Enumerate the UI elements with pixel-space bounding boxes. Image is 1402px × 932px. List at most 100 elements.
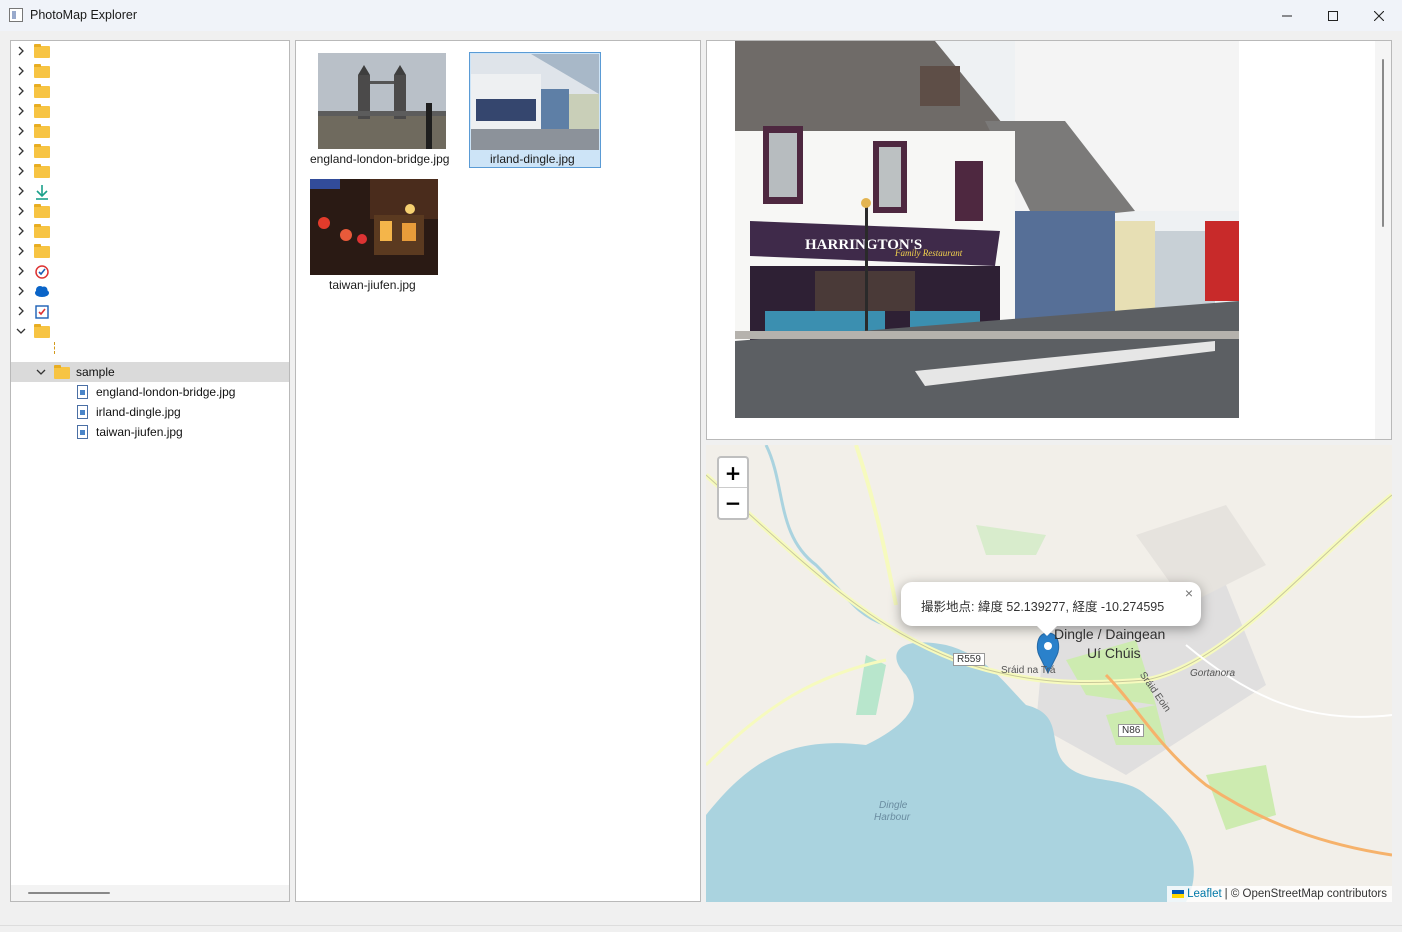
tree-root-item[interactable] [11, 41, 289, 61]
folder-icon [34, 224, 51, 238]
thumbnail-image-london [318, 53, 446, 149]
tree-root-item[interactable] [11, 61, 289, 81]
tree-connector [54, 342, 55, 354]
folder-icon [34, 64, 51, 78]
chevron-right-icon[interactable] [16, 66, 26, 76]
scrollbar-thumb[interactable] [28, 892, 110, 894]
tree-root-item[interactable] [11, 141, 289, 161]
folder-icon [34, 144, 51, 158]
folder-icon [54, 365, 71, 379]
chevron-right-icon[interactable] [16, 306, 26, 316]
chevron-right-icon[interactable] [16, 146, 26, 156]
thumbnail-label: england-london-bridge.jpg [310, 152, 450, 166]
checklist-icon [34, 264, 51, 279]
chevron-right-icon[interactable] [16, 246, 26, 256]
chevron-down-icon[interactable] [36, 367, 46, 377]
thumbnail-item[interactable]: england-london-bridge.jpg [308, 51, 458, 171]
chevron-right-icon[interactable] [16, 46, 26, 56]
folder-icon [34, 324, 51, 338]
chevron-right-icon[interactable] [16, 106, 26, 116]
maximize-icon [1328, 10, 1338, 21]
map-place-label: Uí Chúis [1087, 645, 1141, 661]
tree-root-item[interactable] [11, 121, 289, 141]
thumbnail-image-dingle [471, 54, 599, 150]
folder-tree[interactable]: sample england-london-bridge.jpg irland-… [10, 40, 290, 902]
cloud-icon [34, 284, 51, 298]
close-icon [1374, 10, 1384, 21]
thumbnail-image-jiufen [310, 179, 438, 275]
folder-icon [34, 104, 51, 118]
popup-coordinates: 撮影地点: 緯度 52.139277, 経度 -10.274595 [921, 600, 1165, 614]
image-file-icon [77, 425, 94, 439]
tree-file-item[interactable]: irland-dingle.jpg [11, 402, 289, 422]
tree-root-item[interactable] [11, 181, 289, 201]
water-label: Harbour [874, 812, 911, 823]
chevron-right-icon[interactable] [16, 186, 26, 196]
tree-root-item[interactable] [11, 281, 289, 301]
chevron-right-icon[interactable] [16, 286, 26, 296]
minimize-button[interactable] [1264, 0, 1310, 31]
app-icon [9, 8, 23, 22]
close-button[interactable] [1356, 0, 1402, 31]
thumbnail-label: taiwan-jiufen.jpg [329, 278, 416, 292]
title-bar: PhotoMap Explorer [0, 0, 1402, 31]
zoom-in-button[interactable]: + [719, 458, 747, 488]
tree-root-item[interactable] [11, 221, 289, 241]
thumbnail-label: irland-dingle.jpg [490, 152, 575, 166]
svg-text:Family Restaurant: Family Restaurant [894, 248, 963, 258]
road-shield: R559 [953, 653, 985, 666]
download-icon [34, 184, 51, 200]
road-shield: N86 [1118, 724, 1145, 737]
leaflet-link[interactable]: Leaflet [1187, 888, 1222, 900]
tree-root-item[interactable] [11, 261, 289, 281]
chevron-down-icon[interactable] [16, 326, 26, 336]
zoom-out-button[interactable]: − [719, 488, 747, 518]
chevron-right-icon[interactable] [16, 166, 26, 176]
thumbnail-item-selected[interactable]: irland-dingle.jpg [469, 52, 601, 168]
chevron-right-icon[interactable] [16, 266, 26, 276]
folder-icon [34, 44, 51, 58]
tree-file-item[interactable]: taiwan-jiufen.jpg [11, 422, 289, 442]
map-attribution: Leaflet | © OpenStreetMap contributors [1167, 886, 1392, 902]
image-file-icon [77, 385, 94, 399]
water-label: Dingle [879, 800, 908, 811]
tree-root-item[interactable] [11, 81, 289, 101]
chevron-right-icon[interactable] [16, 206, 26, 216]
horizontal-scrollbar[interactable] [11, 885, 289, 901]
tree-file-label: irland-dingle.jpg [96, 405, 181, 419]
attribution-text: | © OpenStreetMap contributors [1224, 888, 1387, 900]
calendar-icon [34, 304, 51, 319]
tree-root-item[interactable] [11, 101, 289, 121]
vertical-scrollbar[interactable] [1375, 41, 1391, 439]
map-place-label: Dingle / Daingean [1054, 626, 1166, 642]
status-bar-divider [0, 925, 1402, 926]
folder-icon [34, 124, 51, 138]
tree-file-label: taiwan-jiufen.jpg [96, 425, 183, 439]
photo-preview: HARRINGTON'S Family Restaurant [706, 40, 1392, 440]
tree-file-label: england-london-bridge.jpg [96, 385, 236, 399]
map-popup: 撮影地点: 緯度 52.139277, 経度 -10.274595 × [901, 582, 1201, 636]
tree-root-item[interactable] [11, 301, 289, 321]
ukraine-flag-icon [1172, 890, 1185, 898]
tree-root-item[interactable] [11, 321, 289, 341]
folder-icon [34, 164, 51, 178]
street-label: Sráid na Trá [1001, 665, 1056, 676]
thumbnail-grid[interactable]: england-london-bridge.jpg irland-dingle.… [295, 40, 701, 902]
map-view[interactable]: Dingle / Daingean Uí Chúis R559 N86 Srái… [706, 445, 1392, 902]
tree-root-item[interactable] [11, 201, 289, 221]
tree-folder-sample[interactable]: sample [11, 362, 289, 382]
tree-root-item[interactable] [11, 161, 289, 181]
minimize-icon [1282, 15, 1292, 16]
tree-root-item[interactable] [11, 241, 289, 261]
scrollbar-thumb[interactable] [1382, 59, 1384, 227]
maximize-button[interactable] [1310, 0, 1356, 31]
thumbnail-item[interactable]: taiwan-jiufen.jpg [308, 179, 438, 299]
tree-folder-label: sample [76, 365, 115, 379]
popup-close-button[interactable]: × [1185, 585, 1193, 601]
area-label: Gortanora [1190, 668, 1236, 679]
window-title: PhotoMap Explorer [30, 8, 138, 22]
chevron-right-icon[interactable] [16, 226, 26, 236]
chevron-right-icon[interactable] [16, 86, 26, 96]
chevron-right-icon[interactable] [16, 126, 26, 136]
tree-file-item[interactable]: england-london-bridge.jpg [11, 382, 289, 402]
